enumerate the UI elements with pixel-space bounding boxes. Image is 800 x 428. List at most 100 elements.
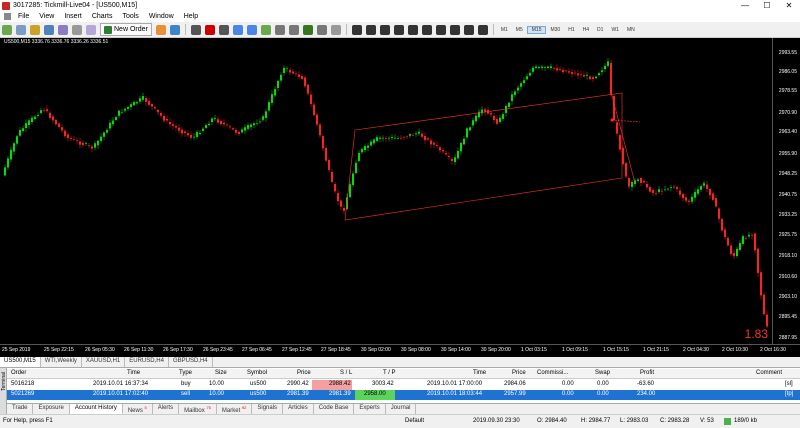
column-header-sl[interactable]: S / L bbox=[340, 370, 352, 376]
trendline-icon[interactable] bbox=[407, 24, 418, 35]
column-header-price[interactable]: Price bbox=[297, 370, 311, 376]
tab-news[interactable]: News 5 bbox=[123, 404, 153, 414]
timeframe-h4[interactable]: H4 bbox=[579, 27, 593, 33]
line-chart-icon[interactable] bbox=[218, 24, 229, 35]
close-price-cell: 2957.99 bbox=[504, 391, 526, 397]
price-label: 2963.40 bbox=[778, 129, 797, 135]
auto-scroll-icon[interactable] bbox=[288, 24, 299, 35]
comment-cell: [sl] bbox=[785, 381, 793, 387]
new-order-button[interactable]: New Order bbox=[100, 23, 152, 36]
timeframe-d1[interactable]: D1 bbox=[593, 27, 607, 33]
price-label: 2970.90 bbox=[778, 110, 797, 116]
menu-charts[interactable]: Charts bbox=[87, 13, 118, 20]
vertical-line-icon[interactable] bbox=[379, 24, 390, 35]
horizontal-line-icon[interactable] bbox=[393, 24, 404, 35]
tab-account-history[interactable]: Account History bbox=[69, 404, 123, 414]
table-row[interactable]: 5016218 2019.10.01 16:37:34 buy 10.00 us… bbox=[7, 380, 800, 390]
column-header-time[interactable]: Time bbox=[127, 370, 140, 376]
maximize-button[interactable]: ☐ bbox=[756, 1, 778, 10]
window-controls: — ☐ ✕ bbox=[734, 1, 800, 10]
column-header-profit[interactable]: Profit bbox=[640, 370, 654, 376]
autotrading-icon[interactable] bbox=[169, 24, 180, 35]
column-header-size[interactable]: Size bbox=[215, 370, 227, 376]
chart-tab-us500[interactable]: US500,M15 bbox=[0, 357, 41, 367]
close-button[interactable]: ✕ bbox=[778, 1, 800, 10]
menu-tools[interactable]: Tools bbox=[117, 13, 143, 20]
time-label: 1 Oct 15:15 bbox=[603, 347, 629, 353]
tab-signals[interactable]: Signals bbox=[252, 404, 284, 414]
column-header-type[interactable]: Type bbox=[179, 370, 192, 376]
timeframe-m1[interactable]: M1 bbox=[497, 27, 512, 33]
chart-tab-eurusd[interactable]: EURUSD,H4 bbox=[125, 357, 169, 367]
strategy-tester-icon[interactable] bbox=[86, 24, 96, 35]
chart-shift-icon[interactable] bbox=[274, 24, 285, 35]
column-header-tp[interactable]: T / P bbox=[383, 370, 396, 376]
text-icon[interactable] bbox=[449, 24, 460, 35]
timeframe-m5[interactable]: M5 bbox=[512, 27, 527, 33]
timeframe-h1[interactable]: H1 bbox=[564, 27, 578, 33]
column-header-symbol[interactable]: Symbol bbox=[247, 370, 267, 376]
tab-articles[interactable]: Articles bbox=[283, 404, 314, 414]
profiles-icon[interactable] bbox=[16, 24, 26, 35]
tile-windows-icon[interactable] bbox=[260, 24, 271, 35]
menu-file[interactable]: File bbox=[13, 13, 34, 20]
minimize-button[interactable]: — bbox=[734, 1, 756, 10]
price-chart[interactable]: US500,M15 3336.76 3336.76 3336.26 3336.5… bbox=[0, 38, 800, 357]
crosshair-icon[interactable] bbox=[365, 24, 376, 35]
column-header-commission[interactable]: Commissi... bbox=[537, 370, 568, 376]
connection-icon[interactable] bbox=[724, 418, 731, 425]
text-label-icon[interactable] bbox=[463, 24, 474, 35]
navigator-icon[interactable] bbox=[58, 24, 68, 35]
column-header-close-price[interactable]: Price bbox=[512, 370, 526, 376]
timeframe-w1[interactable]: W1 bbox=[607, 27, 623, 33]
timeframe-mn[interactable]: MN bbox=[623, 27, 639, 33]
templates-icon[interactable] bbox=[330, 24, 341, 35]
menu-help[interactable]: Help bbox=[179, 13, 203, 20]
column-header-close-time[interactable]: Time bbox=[473, 370, 486, 376]
new-chart-icon[interactable] bbox=[2, 24, 12, 35]
menu-insert[interactable]: Insert bbox=[59, 13, 87, 20]
terminal-side-label[interactable]: Terminal bbox=[0, 368, 7, 414]
close-price-cell: 2984.06 bbox=[504, 381, 526, 387]
column-header-swap[interactable]: Swap bbox=[595, 370, 610, 376]
market-watch-icon[interactable] bbox=[30, 24, 40, 35]
swap-cell: 0.00 bbox=[597, 391, 609, 397]
candlesticks-icon[interactable] bbox=[204, 24, 215, 35]
fibonacci-icon[interactable] bbox=[435, 24, 446, 35]
tab-mailbox[interactable]: Mailbox 75 bbox=[179, 404, 217, 414]
chart-window-icon[interactable] bbox=[4, 13, 11, 20]
chart-tab-gbpusd[interactable]: GBPUSD,H4 bbox=[169, 357, 213, 367]
tab-market[interactable]: Market 92 bbox=[217, 404, 253, 414]
tab-journal[interactable]: Journal bbox=[386, 404, 417, 414]
table-row-selected[interactable]: 5021269 2019.10.01 17:02:40 sell 10.00 u… bbox=[7, 390, 800, 400]
tab-alerts[interactable]: Alerts bbox=[153, 404, 180, 414]
time-label: 27 Sep 12:45 bbox=[282, 347, 312, 353]
metaeditor-icon[interactable] bbox=[155, 24, 166, 35]
column-header-comment[interactable]: Comment bbox=[756, 370, 782, 376]
arrows-icon[interactable] bbox=[477, 24, 488, 35]
cursor-icon[interactable] bbox=[351, 24, 362, 35]
channel-icon[interactable] bbox=[421, 24, 432, 35]
zoom-in-icon[interactable] bbox=[232, 24, 243, 35]
tab-trade[interactable]: Trade bbox=[7, 404, 34, 414]
swap-cell: 0.00 bbox=[597, 381, 609, 387]
data-window-icon[interactable] bbox=[44, 24, 54, 35]
timeframe-m15[interactable]: M15 bbox=[526, 25, 547, 34]
column-header-order[interactable]: Order bbox=[11, 370, 26, 376]
menu-window[interactable]: Window bbox=[144, 13, 179, 20]
tab-experts[interactable]: Experts bbox=[354, 404, 386, 414]
periods-icon[interactable] bbox=[316, 24, 327, 35]
timeframe-m30[interactable]: M30 bbox=[546, 27, 564, 33]
chart-tab-wti[interactable]: WTI,Weekly bbox=[41, 357, 82, 367]
bar-chart-icon[interactable] bbox=[190, 24, 201, 35]
terminal-icon[interactable] bbox=[72, 24, 82, 35]
tab-exposure[interactable]: Exposure bbox=[33, 404, 70, 414]
tab-code-base[interactable]: Code Base bbox=[314, 404, 355, 414]
zoom-out-icon[interactable] bbox=[246, 24, 257, 35]
menu-view[interactable]: View bbox=[34, 13, 59, 20]
chart-tabs: US500,M15 WTI,Weekly XAUUSD,H1 EURUSD,H4… bbox=[0, 357, 800, 368]
indicators-icon[interactable] bbox=[302, 24, 313, 35]
chart-tab-xauusd[interactable]: XAUUSD,H1 bbox=[82, 357, 126, 367]
close-time-cell: 2019.10.01 17:00:00 bbox=[427, 381, 483, 387]
regression-channel[interactable] bbox=[0, 38, 772, 344]
